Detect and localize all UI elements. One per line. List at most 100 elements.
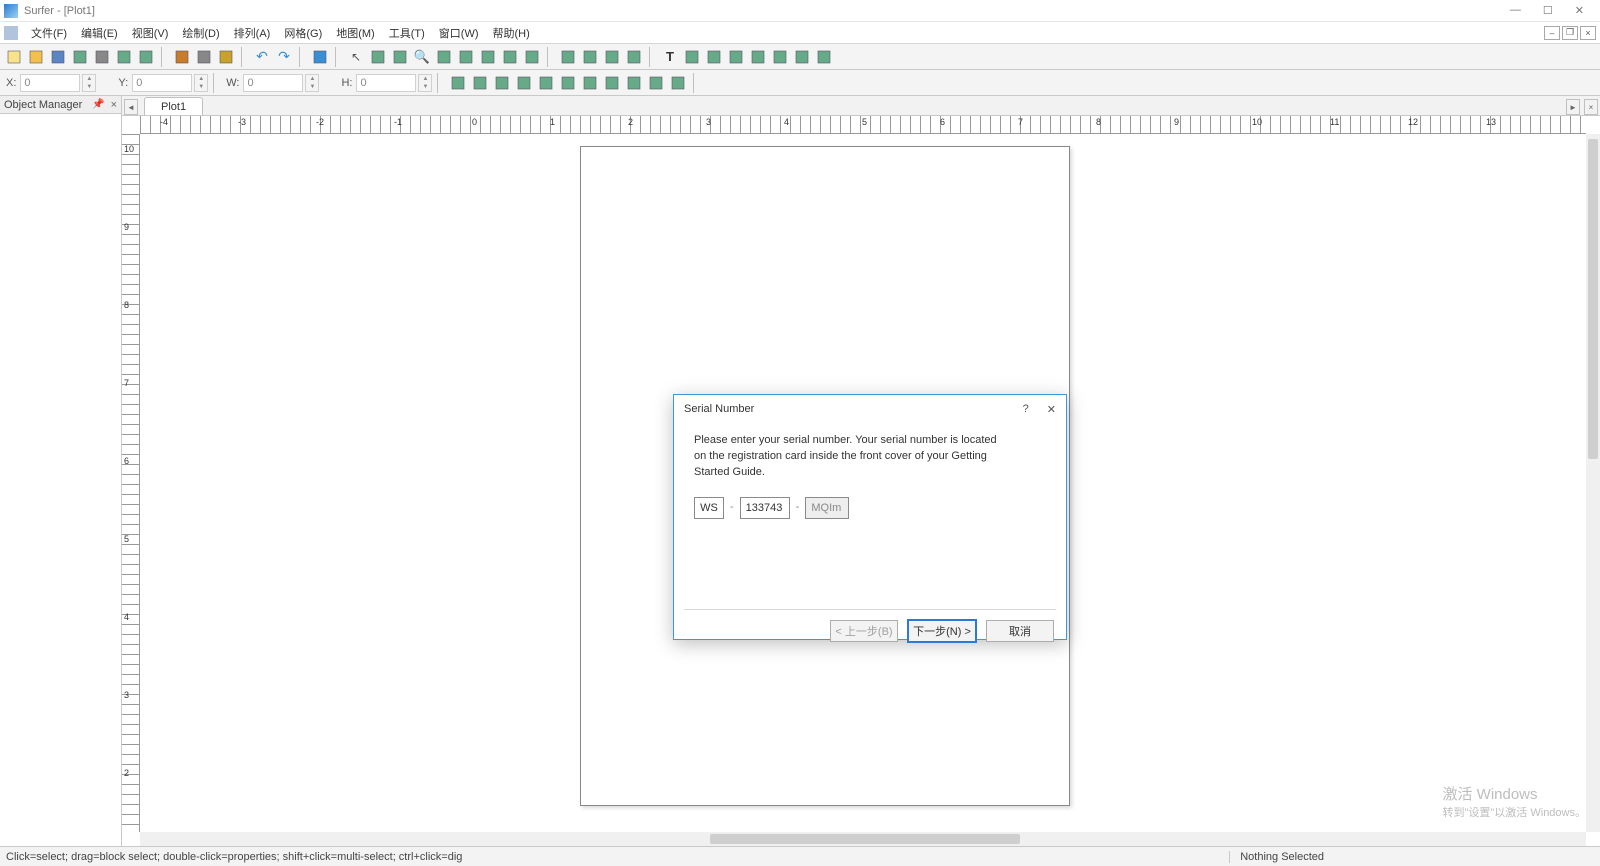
help-icon[interactable] bbox=[310, 47, 330, 67]
view-icon[interactable] bbox=[668, 73, 688, 93]
dialog-message: Please enter your serial number. Your se… bbox=[694, 433, 1004, 481]
cancel-button[interactable]: 取消 bbox=[986, 620, 1054, 642]
image-map-icon[interactable] bbox=[470, 73, 490, 93]
dim-icon[interactable] bbox=[682, 47, 702, 67]
next-button[interactable]: 下一步(N) > bbox=[908, 620, 976, 642]
mdi-minimize-button[interactable]: ‒ bbox=[1544, 26, 1560, 40]
surface-icon[interactable] bbox=[558, 73, 578, 93]
y-spinner[interactable]: ▲▼ bbox=[194, 74, 208, 92]
menu-窗口[interactable]: 窗口(W) bbox=[432, 23, 486, 43]
rrect-icon[interactable] bbox=[792, 47, 812, 67]
shade-icon[interactable] bbox=[492, 73, 512, 93]
new-icon[interactable] bbox=[4, 47, 24, 67]
cut-icon[interactable] bbox=[172, 47, 192, 67]
dialog-close-button[interactable]: ✕ bbox=[1047, 403, 1056, 416]
import-icon[interactable] bbox=[114, 47, 134, 67]
save-icon[interactable] bbox=[48, 47, 68, 67]
tab-next-button[interactable]: ► bbox=[1566, 99, 1580, 115]
tab-prev-button[interactable]: ◄ bbox=[124, 99, 138, 115]
hand-icon[interactable] bbox=[368, 47, 388, 67]
tab-close-button[interactable]: × bbox=[1584, 99, 1598, 115]
rect-icon[interactable] bbox=[770, 47, 790, 67]
object-manager-body bbox=[0, 114, 121, 846]
menu-排列[interactable]: 排列(A) bbox=[227, 23, 278, 43]
copy-icon[interactable] bbox=[194, 47, 214, 67]
ruler-v-label: 10 bbox=[124, 144, 134, 154]
pointer-icon[interactable]: ↖ bbox=[346, 47, 366, 67]
classed-post-icon[interactable] bbox=[624, 73, 644, 93]
dialog-help-button[interactable]: ? bbox=[1023, 403, 1029, 416]
polygon-icon[interactable] bbox=[748, 47, 768, 67]
x-spinner[interactable]: ▲▼ bbox=[82, 74, 96, 92]
h-input[interactable] bbox=[356, 74, 416, 92]
toggle-marker-icon[interactable] bbox=[624, 47, 644, 67]
horizontal-scrollbar[interactable] bbox=[140, 832, 1586, 846]
base-icon[interactable] bbox=[580, 73, 600, 93]
w-input[interactable] bbox=[243, 74, 303, 92]
serial-part-1[interactable] bbox=[694, 497, 724, 519]
vector-icon[interactable] bbox=[514, 73, 534, 93]
post-icon[interactable] bbox=[602, 73, 622, 93]
zoom-in-icon[interactable]: 🔍 bbox=[412, 47, 432, 67]
menu-文件[interactable]: 文件(F) bbox=[24, 23, 74, 43]
maximize-button[interactable]: ☐ bbox=[1543, 4, 1553, 17]
menu-编辑[interactable]: 编辑(E) bbox=[74, 23, 125, 43]
back-button[interactable]: < 上一步(B) bbox=[830, 620, 898, 642]
panel-close-button[interactable]: × bbox=[111, 99, 117, 111]
h-label: H: bbox=[341, 77, 352, 89]
zoom-actual-icon[interactable] bbox=[478, 47, 498, 67]
print-icon[interactable] bbox=[92, 47, 112, 67]
h-spinner[interactable]: ▲▼ bbox=[418, 74, 432, 92]
ruler-v-label: 3 bbox=[124, 690, 129, 700]
zoom-fit-icon[interactable] bbox=[456, 47, 476, 67]
polyline-icon[interactable] bbox=[726, 47, 746, 67]
tab-plot1[interactable]: Plot1 bbox=[144, 97, 203, 115]
menu-地图[interactable]: 地图(M) bbox=[329, 23, 382, 43]
dash-icon: - bbox=[730, 500, 734, 516]
save-all-icon[interactable] bbox=[70, 47, 90, 67]
document-tabs: ◄ Plot1 ► × bbox=[122, 96, 1600, 116]
contour-icon[interactable] bbox=[448, 73, 468, 93]
toolbar-secondary: X: ▲▼ Y: ▲▼ W: ▲▼ H: ▲▼ bbox=[0, 70, 1600, 96]
zoom-select-icon[interactable] bbox=[500, 47, 520, 67]
ruler-v-label: 9 bbox=[124, 222, 129, 232]
refresh-icon[interactable] bbox=[558, 47, 578, 67]
menu-视图[interactable]: 视图(V) bbox=[125, 23, 176, 43]
mdi-close-button[interactable]: × bbox=[1580, 26, 1596, 40]
zoom-window-icon[interactable] bbox=[390, 47, 410, 67]
3d-icon[interactable] bbox=[646, 73, 666, 93]
export-icon[interactable] bbox=[136, 47, 156, 67]
zoom-out-icon[interactable] bbox=[434, 47, 454, 67]
paste-icon[interactable] bbox=[216, 47, 236, 67]
w-spinner[interactable]: ▲▼ bbox=[305, 74, 319, 92]
undo-icon[interactable]: ↶ bbox=[252, 47, 272, 67]
status-selection: Nothing Selected bbox=[1229, 851, 1334, 863]
ruler-v-label: 4 bbox=[124, 612, 129, 622]
mdi-restore-button[interactable]: ❐ bbox=[1562, 26, 1578, 40]
ext-icon[interactable] bbox=[704, 47, 724, 67]
menu-网格[interactable]: 网格(G) bbox=[277, 23, 329, 43]
minimize-button[interactable]: — bbox=[1510, 4, 1521, 17]
serial-part-3[interactable] bbox=[805, 497, 849, 519]
serial-part-2[interactable] bbox=[740, 497, 790, 519]
ellipse-icon[interactable] bbox=[814, 47, 834, 67]
close-button[interactable]: ✕ bbox=[1575, 4, 1584, 17]
rotate-icon[interactable] bbox=[580, 47, 600, 67]
open-icon[interactable] bbox=[26, 47, 46, 67]
y-input[interactable] bbox=[132, 74, 192, 92]
title-bar: Surfer - [Plot1] — ☐ ✕ bbox=[0, 0, 1600, 22]
wireframe-icon[interactable] bbox=[536, 73, 556, 93]
text-icon[interactable]: T bbox=[660, 47, 680, 67]
pin-icon[interactable]: 📌 bbox=[92, 99, 104, 110]
ruler-h-label: 11 bbox=[1330, 117, 1339, 127]
pan-icon[interactable] bbox=[602, 47, 622, 67]
menu-绘制[interactable]: 绘制(D) bbox=[175, 23, 226, 43]
redo-icon[interactable]: ↷ bbox=[274, 47, 294, 67]
menu-工具[interactable]: 工具(T) bbox=[382, 23, 432, 43]
vertical-scrollbar[interactable] bbox=[1586, 134, 1600, 832]
x-input[interactable] bbox=[20, 74, 80, 92]
ruler-h-label: 6 bbox=[940, 117, 945, 127]
zoom-page-icon[interactable] bbox=[522, 47, 542, 67]
menu-帮助[interactable]: 帮助(H) bbox=[486, 23, 537, 43]
app-menu-icon bbox=[4, 26, 18, 40]
